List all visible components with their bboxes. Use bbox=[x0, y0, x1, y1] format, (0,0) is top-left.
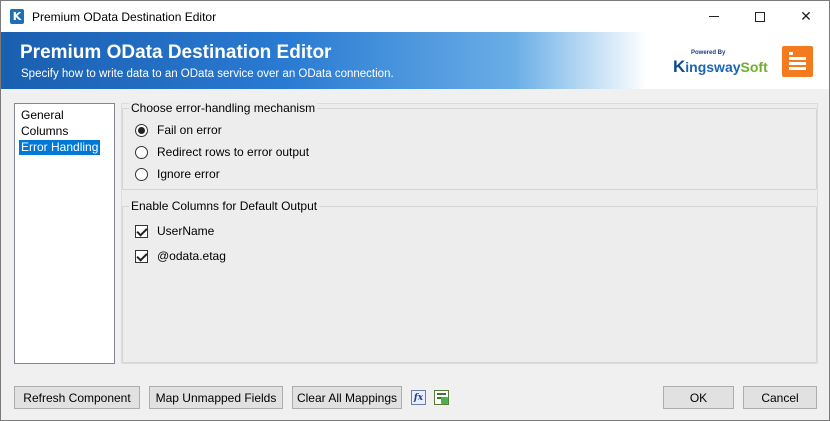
odata-etag-checkbox[interactable] bbox=[135, 249, 148, 263]
editor-navigation-list: General Columns Error Handling bbox=[14, 103, 115, 364]
default-output-group: Enable Columns for Default Output UserNa… bbox=[122, 199, 817, 363]
odata-etag-label: @odata.etag bbox=[157, 249, 226, 263]
nav-item-error-handling[interactable]: Error Handling bbox=[19, 140, 101, 155]
map-unmapped-fields-button[interactable]: Map Unmapped Fields bbox=[149, 386, 283, 409]
mapping-checklist-button[interactable] bbox=[433, 389, 450, 406]
username-checkbox[interactable] bbox=[135, 224, 148, 238]
option-redirect-rows[interactable]: Redirect rows to error output bbox=[135, 144, 309, 160]
option-fail-on-error[interactable]: Fail on error bbox=[135, 122, 222, 138]
title-bar: K Premium OData Destination Editor ✕ bbox=[1, 1, 829, 32]
logo-wordmark: KingswaySoft bbox=[673, 57, 768, 76]
kingswaysoft-app-icon: K bbox=[10, 9, 24, 24]
editor-list-icon bbox=[782, 46, 813, 77]
mapping-checklist-icon bbox=[434, 390, 449, 405]
username-label: UserName bbox=[157, 224, 215, 238]
expression-button[interactable]: fx bbox=[410, 389, 427, 406]
column-username[interactable]: UserName bbox=[135, 223, 214, 239]
minimize-button[interactable] bbox=[691, 1, 737, 32]
nav-item-columns[interactable]: Columns bbox=[19, 124, 70, 139]
banner-subtitle: Specify how to write data to an OData se… bbox=[21, 68, 394, 80]
maximize-icon bbox=[755, 11, 765, 22]
ok-button[interactable]: OK bbox=[663, 386, 734, 409]
redirect-rows-label: Redirect rows to error output bbox=[157, 145, 310, 159]
header-banner: Premium OData Destination Editor Specify… bbox=[1, 32, 829, 89]
editor-window: K Premium OData Destination Editor ✕ Pre… bbox=[0, 0, 830, 421]
cancel-button[interactable]: Cancel bbox=[743, 386, 817, 409]
error-handling-panel: Choose error-handling mechanism Fail on … bbox=[121, 101, 818, 364]
minimize-icon bbox=[709, 16, 719, 17]
fail-on-error-label: Fail on error bbox=[157, 123, 222, 137]
default-output-legend: Enable Columns for Default Output bbox=[129, 199, 320, 213]
close-button[interactable]: ✕ bbox=[783, 1, 829, 32]
error-handling-group: Choose error-handling mechanism Fail on … bbox=[122, 101, 817, 190]
error-handling-legend: Choose error-handling mechanism bbox=[129, 101, 318, 115]
maximize-button[interactable] bbox=[737, 1, 783, 32]
option-ignore-error[interactable]: Ignore error bbox=[135, 166, 220, 182]
fail-on-error-radio[interactable] bbox=[135, 123, 148, 137]
redirect-rows-radio[interactable] bbox=[135, 145, 148, 159]
banner-title: Premium OData Destination Editor bbox=[20, 42, 332, 63]
refresh-component-button[interactable]: Refresh Component bbox=[14, 386, 140, 409]
ignore-error-radio[interactable] bbox=[135, 167, 148, 181]
ignore-error-label: Ignore error bbox=[157, 167, 220, 181]
clear-all-mappings-button[interactable]: Clear All Mappings bbox=[292, 386, 402, 409]
window-title: Premium OData Destination Editor bbox=[32, 10, 217, 24]
column-odata-etag[interactable]: @odata.etag bbox=[135, 248, 226, 264]
kingswaysoft-logo: Powered By KingswaySoft bbox=[673, 50, 768, 76]
nav-item-general[interactable]: General bbox=[19, 108, 66, 123]
close-icon: ✕ bbox=[800, 8, 812, 25]
fx-expression-icon: fx bbox=[411, 390, 426, 405]
logo-powered-by: Powered By bbox=[691, 50, 726, 56]
